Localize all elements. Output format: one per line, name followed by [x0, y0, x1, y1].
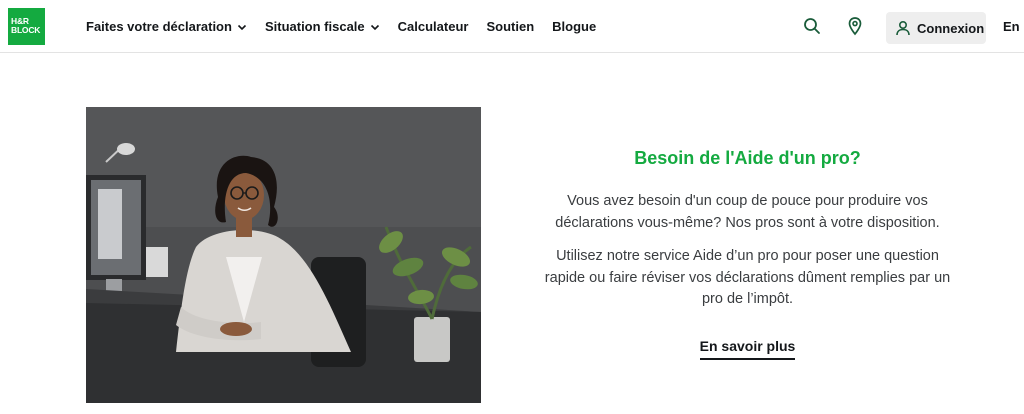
section-paragraph-1: Vous avez besoin d'un coup de pouce pour…	[555, 193, 940, 231]
office-woman-image	[86, 107, 481, 403]
site-header: H&R BLOCK Faites votre déclaration Situa…	[0, 0, 1024, 53]
language-toggle[interactable]: En	[1003, 19, 1020, 34]
login-label: Connexion	[917, 20, 985, 36]
nav-item-label: Soutien	[486, 19, 535, 34]
user-icon	[896, 20, 910, 36]
map-pin-icon[interactable]	[845, 16, 865, 36]
hero-photo	[86, 107, 481, 403]
section-paragraph-2: Utilisez notre service Aide d’un pro pou…	[544, 248, 951, 307]
main-nav: Faites votre déclaration Situation fisca…	[86, 0, 614, 53]
chevron-down-icon	[370, 24, 379, 30]
pro-help-section: Besoin de l'Aide d'un pro? Vous avez bes…	[540, 140, 955, 360]
nav-item-calculateur[interactable]: Calculateur	[398, 19, 469, 34]
nav-item-label: Situation fiscale	[264, 19, 365, 34]
nav-item-faites-votre-declaration[interactable]: Faites votre déclaration	[86, 19, 247, 34]
nav-item-label: Faites votre déclaration	[86, 19, 232, 34]
login-button[interactable]: Connexion	[886, 12, 986, 44]
nav-item-soutien[interactable]: Soutien	[486, 19, 534, 34]
search-icon[interactable]	[802, 16, 822, 36]
nav-item-situation-fiscale[interactable]: Situation fiscale	[265, 19, 380, 34]
nav-item-blogue[interactable]: Blogue	[552, 19, 596, 34]
nav-item-label: Calculateur	[397, 19, 469, 34]
learn-more-link[interactable]: En savoir plus	[699, 338, 796, 360]
section-title: Besoin de l'Aide d'un pro?	[634, 148, 861, 168]
logo-text-line2: BLOCK	[11, 25, 41, 35]
chevron-down-icon	[237, 24, 247, 30]
nav-item-label: Blogue	[552, 19, 597, 34]
hr-block-logo[interactable]: H&R BLOCK	[8, 8, 45, 45]
